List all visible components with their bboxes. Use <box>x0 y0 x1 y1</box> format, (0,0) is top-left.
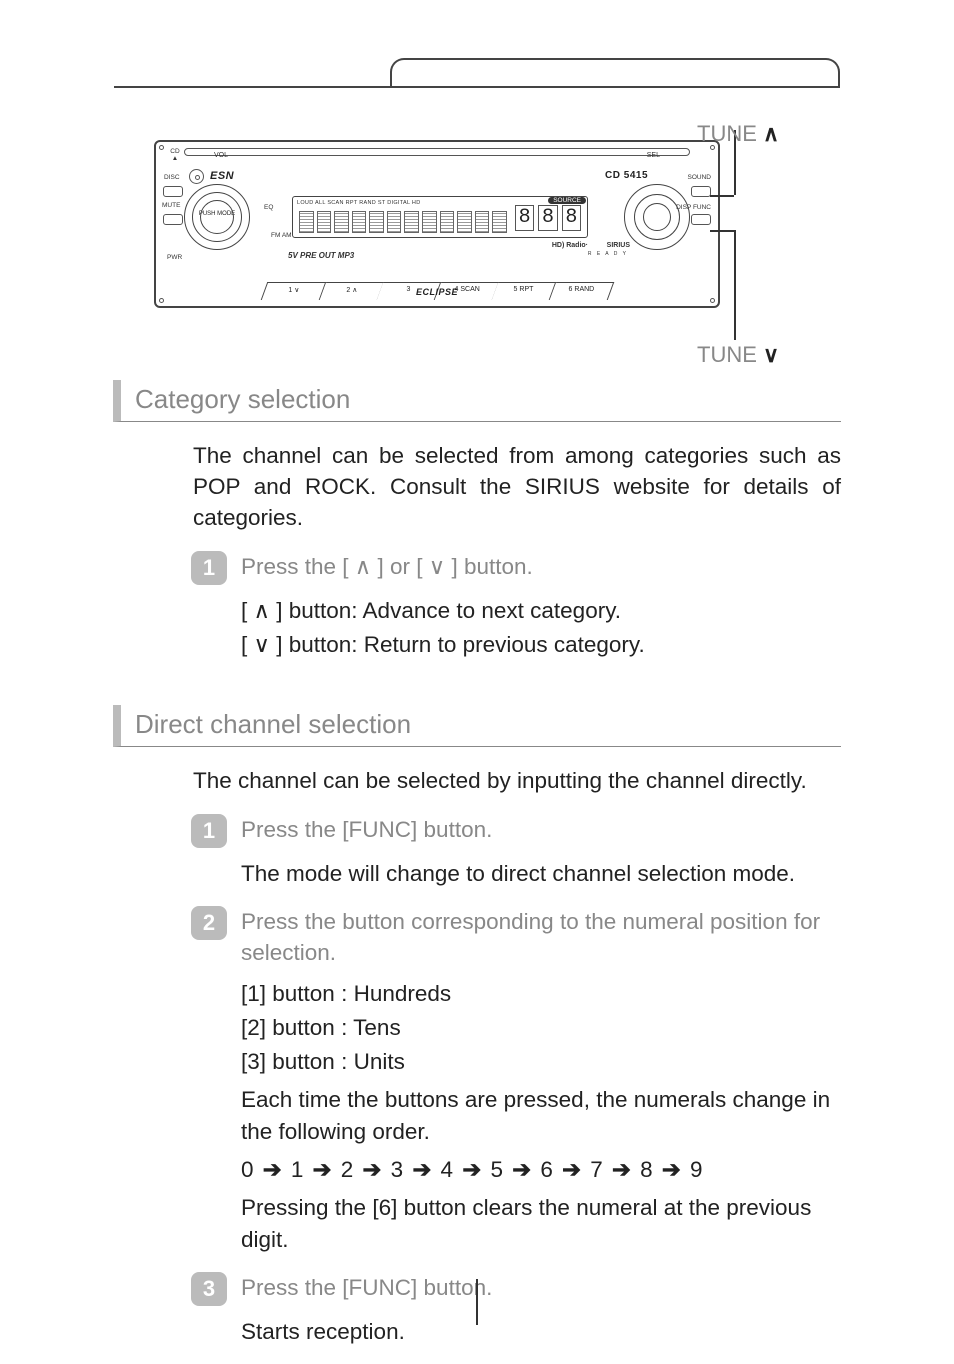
step-number: 2 <box>191 906 227 940</box>
side-button <box>163 214 183 225</box>
step-2-direct: 2 Press the button corresponding to the … <box>191 906 841 968</box>
callout-line <box>710 195 734 197</box>
numeral-sequence: 0 ➔ 1 ➔ 2 ➔ 3 ➔ 4 ➔ 5 ➔ 6 ➔ 7 ➔ 8 ➔ 9 <box>241 1154 841 1186</box>
screw-icon <box>710 298 715 303</box>
category-down-line: [ ∨ ] button: Return to previous categor… <box>241 629 841 661</box>
pwr-label: PWR <box>167 254 182 262</box>
header-line <box>114 86 840 88</box>
step-text: Press the [FUNC] button. <box>241 814 841 845</box>
btn2-line: [2] button : Tens <box>241 1012 841 1044</box>
radio-diagram: ESN CD 5415 VOL SEL CD ▲ DISC MUTE FM AM… <box>154 140 744 308</box>
sel-label: SEL <box>647 152 660 159</box>
select-knob <box>624 184 690 250</box>
category-intro: The channel can be selected from among c… <box>193 440 841 533</box>
eq-label: EQ <box>264 204 273 211</box>
preset-5-button: 5 RPT <box>492 282 556 300</box>
radio-faceplate: ESN CD 5415 VOL SEL CD ▲ DISC MUTE FM AM… <box>154 140 720 308</box>
compact-disc-icon <box>189 169 204 184</box>
step-text: Press the button corresponding to the nu… <box>241 906 841 968</box>
vol-label: VOL <box>214 152 228 159</box>
preset-row: 1 ∨ 2 ∧ 3 4 SCAN 5 RPT 6 RAND <box>264 274 610 300</box>
header-rule <box>114 86 840 114</box>
fm-am-label: FM AM <box>271 232 292 239</box>
knob-left-label: PUSH MODE <box>185 211 249 217</box>
side-button <box>691 214 711 225</box>
btn1-line: [1] button : Hundreds <box>241 978 841 1010</box>
callout-line <box>710 230 734 232</box>
eject-label: CD ▲ <box>167 148 183 162</box>
callout-line <box>734 230 736 340</box>
preset-6-button: 6 RAND <box>549 282 613 300</box>
lcd-text-segments <box>299 211 507 233</box>
model-label: CD 5415 <box>605 170 648 181</box>
screw-icon <box>159 298 164 303</box>
volume-knob: PUSH MODE <box>184 184 250 250</box>
section-title-direct: Direct channel selection <box>113 705 841 747</box>
ready-label: R E A D Y <box>588 251 628 257</box>
step-1-direct: 1 Press the [FUNC] button. <box>191 814 841 848</box>
btn3-line: [3] button : Units <box>241 1046 841 1078</box>
preset-4-button: 4 SCAN <box>434 282 498 300</box>
footer-mark <box>0 1279 954 1331</box>
screw-icon <box>159 145 164 150</box>
mute-label: MUTE <box>162 202 180 209</box>
tune-down-callout: TUNE ∨ <box>697 342 779 368</box>
section-title-category: Category selection <box>113 380 841 422</box>
each-press-line: Each time the buttons are pressed, the n… <box>241 1084 841 1148</box>
header-tab <box>390 58 840 86</box>
side-button <box>163 186 183 197</box>
side-button <box>691 186 711 197</box>
preset-1-button: 1 ∨ <box>261 282 326 300</box>
tune-up-callout: TUNE ∧ <box>697 121 779 147</box>
footer-tick-icon <box>476 1279 478 1325</box>
category-up-line: [ ∧ ] button: Advance to next category. <box>241 595 841 627</box>
disc-label: DISC <box>164 174 180 181</box>
cd-slot <box>184 148 690 156</box>
preout-label: 5V PRE OUT MP3 <box>288 251 354 260</box>
step-number: 1 <box>191 814 227 848</box>
lcd-panel: LOUD ALL SCAN RPT RAND ST DIGITAL HD 888 <box>292 196 588 238</box>
page-content: Category selection The channel can be se… <box>113 380 841 1364</box>
sirius-label: SIRIUS <box>607 242 630 249</box>
direct-mode-note: The mode will change to direct channel s… <box>241 858 841 890</box>
lcd-digit-segments: 888 <box>515 205 581 231</box>
lcd-indicator-strip: LOUD ALL SCAN RPT RAND ST DIGITAL HD <box>297 200 509 208</box>
preset-2-button: 2 ∧ <box>319 282 383 300</box>
direct-intro: The channel can be selected by inputting… <box>193 765 841 796</box>
sound-label: SOUND <box>688 174 711 181</box>
step-number: 1 <box>191 551 227 585</box>
step-1-category: 1 Press the [ ∧ ] or [ ∨ ] button. <box>191 551 841 585</box>
hd-radio-label: HD) Radio· <box>552 242 588 249</box>
step-text: Press the [ ∧ ] or [ ∨ ] button. <box>241 551 841 582</box>
brand-label: ESN <box>210 170 234 182</box>
preset-3-button: 3 <box>377 282 441 300</box>
press6-line: Pressing the [6] button clears the numer… <box>241 1192 841 1256</box>
